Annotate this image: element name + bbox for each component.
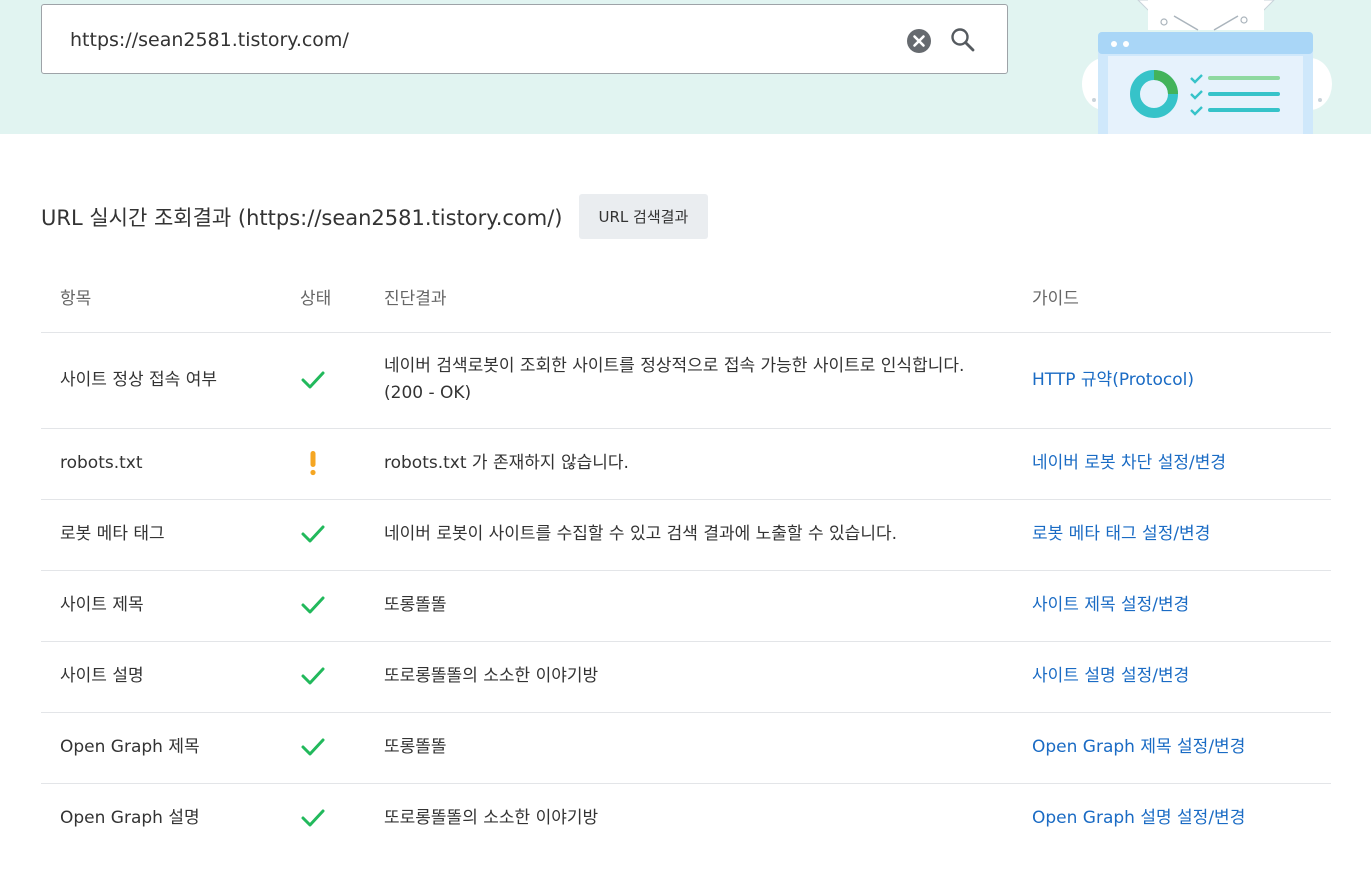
row-item: Open Graph 설명 <box>60 808 200 829</box>
check-icon <box>301 809 325 827</box>
table-row: robots.txt robots.txt 가 존재하지 않습니다. 네이버 로… <box>41 428 1331 500</box>
url-input[interactable] <box>70 23 890 57</box>
close-circle-icon[interactable] <box>906 28 932 54</box>
check-icon <box>301 525 325 543</box>
row-guide: 사이트 설명 설정/변경 <box>1032 641 1331 713</box>
url-search-box <box>41 4 1008 74</box>
row-result: 또로롱똘똘의 소소한 이야기방 <box>384 641 1032 713</box>
guide-link[interactable]: 사이트 제목 설정/변경 <box>1032 595 1189 615</box>
guide-link[interactable]: 네이버 로봇 차단 설정/변경 <box>1032 453 1226 473</box>
guide-link[interactable]: 로봇 메타 태그 설정/변경 <box>1032 524 1210 544</box>
row-item: 사이트 제목 <box>41 570 290 642</box>
check-icon <box>301 596 325 614</box>
row-status <box>290 332 384 429</box>
row-result: 네이버 검색로봇이 조회한 사이트를 정상적으로 접속 가능한 사이트로 인식합… <box>384 332 1032 429</box>
check-icon <box>301 667 325 685</box>
check-icon <box>301 738 325 756</box>
header-item: 항목 <box>41 262 290 333</box>
search-header-band <box>0 0 1371 134</box>
row-guide: 로봇 메타 태그 설정/변경 <box>1032 499 1331 571</box>
exclamation-icon <box>310 451 316 476</box>
table-row: 사이트 정상 접속 여부 네이버 검색로봇이 조회한 사이트를 정상적으로 접속… <box>41 332 1331 429</box>
url-search-result-button[interactable]: URL 검색결과 <box>578 194 709 239</box>
row-result: 또로롱똘똘의 소소한 이야기방 <box>384 808 599 829</box>
result-title-row: URL 실시간 조회결과 (https://sean2581.tistory.c… <box>41 194 709 239</box>
table-row: Open Graph 설명 또로롱똘똘의 소소한 이야기방 Open Graph… <box>41 783 1331 854</box>
row-item: 로봇 메타 태그 <box>41 499 290 571</box>
row-status <box>290 428 384 500</box>
row-guide: Open Graph 설명 설정/변경 <box>1032 783 1331 854</box>
guide-link[interactable]: 사이트 설명 설정/변경 <box>1032 666 1189 686</box>
table-row: 로봇 메타 태그 네이버 로봇이 사이트를 수집할 수 있고 검색 결과에 노출… <box>41 499 1331 571</box>
row-status <box>290 570 384 642</box>
header-result: 진단결과 <box>384 262 1032 333</box>
row-guide: HTTP 규약(Protocol) <box>1032 332 1331 429</box>
row-item: robots.txt <box>41 428 290 500</box>
row-status <box>290 712 384 784</box>
row-result-detail: (200 - OK) <box>384 383 472 403</box>
diagnosis-table: 항목 상태 진단결과 가이드 사이트 정상 접속 여부 네이버 검색로봇이 조회… <box>41 262 1331 854</box>
row-item: 사이트 정상 접속 여부 <box>41 332 290 429</box>
row-status <box>290 499 384 571</box>
row-result: 또롱똘똘 <box>384 712 1032 784</box>
site-diagnosis-illustration <box>1082 0 1332 134</box>
search-icon[interactable] <box>948 25 978 55</box>
guide-link[interactable]: Open Graph 제목 설정/변경 <box>1032 737 1245 757</box>
row-item: Open Graph 제목 <box>41 712 290 784</box>
row-result: 또롱똘똘 <box>384 570 1032 642</box>
row-guide: Open Graph 제목 설정/변경 <box>1032 712 1331 784</box>
table-row: 사이트 제목 또롱똘똘 사이트 제목 설정/변경 <box>41 570 1331 642</box>
table-row: Open Graph 제목 또롱똘똘 Open Graph 제목 설정/변경 <box>41 712 1331 784</box>
table-row: 사이트 설명 또로롱똘똘의 소소한 이야기방 사이트 설명 설정/변경 <box>41 641 1331 713</box>
result-title: URL 실시간 조회결과 (https://sean2581.tistory.c… <box>41 205 563 230</box>
guide-link[interactable]: HTTP 규약(Protocol) <box>1032 370 1194 390</box>
header-guide: 가이드 <box>1032 262 1331 333</box>
row-status <box>290 641 384 713</box>
row-item: 사이트 설명 <box>41 641 290 713</box>
row-result: robots.txt 가 존재하지 않습니다. <box>384 428 1032 500</box>
row-result: 네이버 로봇이 사이트를 수집할 수 있고 검색 결과에 노출할 수 있습니다. <box>384 499 1032 571</box>
guide-link[interactable]: Open Graph 설명 설정/변경 <box>1032 808 1245 828</box>
header-status: 상태 <box>290 262 384 333</box>
row-result-text: 네이버 검색로봇이 조회한 사이트를 정상적으로 접속 가능한 사이트로 인식합… <box>384 356 965 376</box>
row-status <box>290 783 384 854</box>
row-guide: 사이트 제목 설정/변경 <box>1032 570 1331 642</box>
row-guide: 네이버 로봇 차단 설정/변경 <box>1032 428 1331 500</box>
table-header-row: 항목 상태 진단결과 가이드 <box>41 262 1331 333</box>
check-icon <box>301 371 325 388</box>
